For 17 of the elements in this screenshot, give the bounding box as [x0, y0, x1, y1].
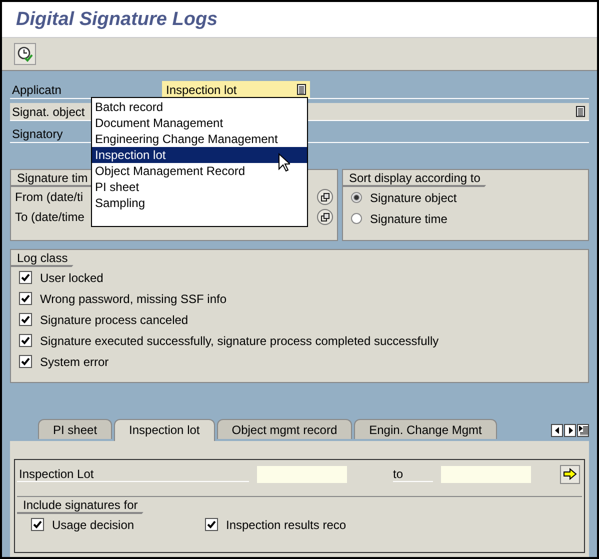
window-title: Digital Signature Logs	[16, 8, 218, 30]
field-label: To (date/time	[15, 210, 84, 224]
checkbox-label: Signature process canceled	[40, 312, 188, 326]
field-label: Signatory	[12, 126, 63, 140]
field-label: Applicatn	[12, 82, 62, 96]
checkbox-label: Signature executed successfully, signature process completed successfully	[40, 334, 439, 348]
field-label: From (date/ti	[15, 190, 84, 204]
option-label: Signature time	[370, 212, 448, 226]
field-label: Signat. object	[12, 104, 85, 118]
checkbox-label: Wrong password, missing SSF info	[40, 292, 227, 306]
option-label: Signature object	[370, 190, 457, 204]
checkbox-label: Inspection results reco	[226, 518, 346, 532]
checkbox-label: System error	[40, 354, 109, 368]
field-label: Inspection Lot	[17, 466, 249, 482]
field-label: to	[393, 466, 433, 482]
checkbox-label: Usage decision	[52, 518, 134, 532]
checkbox-label: User locked	[40, 270, 104, 284]
